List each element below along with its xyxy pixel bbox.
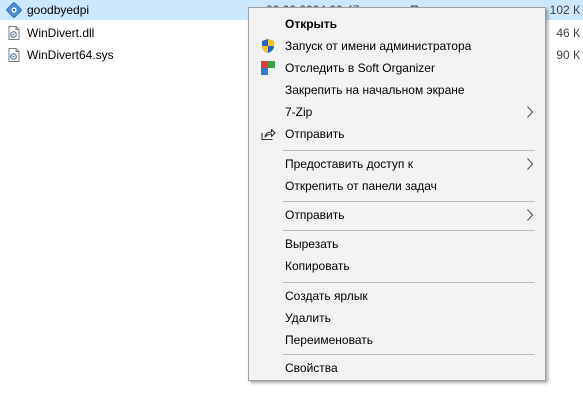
menu-item-open[interactable]: Открыть [251, 13, 543, 35]
menu-item-give-access[interactable]: Предоставить доступ к [251, 153, 543, 175]
menu-item-label: Отследить в Soft Organizer [285, 61, 435, 75]
context-menu: Открыть Запуск от имени администратора О… [248, 7, 546, 381]
menu-item-label: 7-Zip [285, 105, 313, 119]
soft-organizer-icon [260, 60, 276, 76]
file-name: goodbyedpi [27, 3, 90, 17]
menu-item-create-shortcut[interactable]: Создать ярлык [251, 285, 543, 307]
menu-item-label: Закрепить на начальном экране [285, 83, 465, 97]
chevron-right-icon [526, 208, 534, 222]
menu-separator [283, 230, 535, 231]
file-size: 46 К [556, 26, 580, 40]
menu-item-label: Вырезать [285, 237, 339, 251]
menu-item-label: Отправить [285, 208, 345, 222]
menu-item-cut[interactable]: Вырезать [251, 233, 543, 255]
menu-item-soft-organizer[interactable]: Отследить в Soft Organizer [251, 57, 543, 79]
menu-item-label: Создать ярлык [285, 289, 368, 303]
file-name: WinDivert64.sys [27, 48, 114, 62]
uac-shield-icon [260, 38, 276, 54]
menu-separator [283, 150, 535, 151]
menu-item-label: Удалить [285, 311, 331, 325]
menu-item-unpin-taskbar[interactable]: Открепить от панели задач [251, 175, 543, 197]
menu-item-label: Отправить [285, 127, 345, 141]
menu-item-run-as-admin[interactable]: Запуск от имени администратора [251, 35, 543, 57]
menu-item-copy[interactable]: Копировать [251, 255, 543, 277]
menu-item-label: Открыть [285, 17, 338, 31]
menu-item-send-to[interactable]: Отправить [251, 204, 543, 226]
file-name: WinDivert.dll [27, 26, 95, 40]
menu-item-label: Предоставить доступ к [285, 157, 413, 171]
menu-item-share[interactable]: Отправить [251, 123, 543, 145]
menu-separator [283, 201, 535, 202]
menu-separator [283, 282, 535, 283]
menu-item-label: Запуск от имени администратора [285, 39, 472, 53]
menu-item-delete[interactable]: Удалить [251, 307, 543, 329]
menu-item-rename[interactable]: Переименовать [251, 329, 543, 351]
menu-separator [283, 354, 535, 355]
chevron-right-icon [526, 157, 534, 171]
file-size: 90 К [556, 48, 580, 62]
menu-item-label: Переименовать [285, 333, 373, 347]
menu-item-properties[interactable]: Свойства [251, 357, 543, 379]
file-size: 102 К [549, 3, 580, 17]
menu-item-label: Открепить от панели задач [285, 179, 437, 193]
chevron-right-icon [526, 105, 534, 119]
menu-item-label: Копировать [285, 259, 350, 273]
app-icon [6, 2, 22, 18]
dll-icon [6, 25, 22, 41]
menu-item-label: Свойства [285, 361, 338, 375]
menu-item-7zip[interactable]: 7-Zip [251, 101, 543, 123]
share-icon [260, 126, 276, 142]
menu-item-pin-start[interactable]: Закрепить на начальном экране [251, 79, 543, 101]
sys-icon [6, 47, 22, 63]
